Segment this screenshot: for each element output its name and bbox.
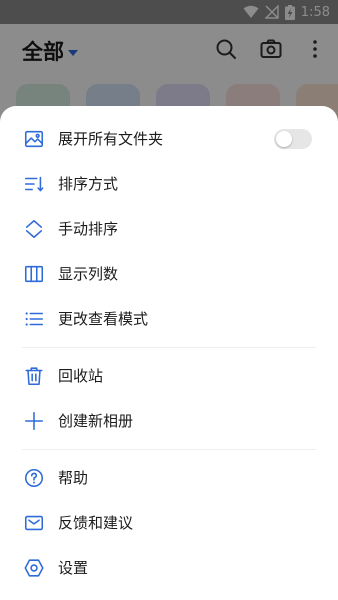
menu-item-label: 设置	[58, 559, 89, 577]
menu-item-label: 反馈和建议	[58, 514, 134, 532]
options-bottom-sheet: 展开所有文件夹 排序方式 手动排序 显示列数 更改查看模式 回收站 创建新相册 …	[0, 106, 338, 600]
menu-item-manual-sort[interactable]: 手动排序	[0, 206, 338, 251]
menu-item-new-album[interactable]: 创建新相册	[0, 398, 338, 443]
toggle-knob	[276, 130, 292, 147]
settings-icon	[22, 556, 46, 580]
menu-item-label: 排序方式	[58, 175, 119, 193]
menu-item-label: 帮助	[58, 469, 89, 487]
menu-divider	[22, 449, 316, 450]
expand-folders-toggle[interactable]	[274, 128, 312, 149]
menu-item-label: 展开所有文件夹	[58, 130, 164, 148]
menu-item-recycle-bin[interactable]: 回收站	[0, 353, 338, 398]
up-down-chevron-icon	[22, 217, 46, 241]
menu-item-feedback[interactable]: 反馈和建议	[0, 500, 338, 545]
menu-item-label: 回收站	[58, 367, 104, 385]
menu-item-label: 创建新相册	[58, 412, 134, 430]
menu-divider	[22, 347, 316, 348]
help-icon	[22, 466, 46, 490]
columns-icon	[22, 262, 46, 286]
image-icon	[22, 127, 46, 151]
sort-icon	[22, 172, 46, 196]
menu-item-label: 更改查看模式	[58, 310, 149, 328]
menu-item-settings[interactable]: 设置	[0, 545, 338, 590]
menu-item-sort-method[interactable]: 排序方式	[0, 161, 338, 206]
menu-item-columns[interactable]: 显示列数	[0, 251, 338, 296]
mail-icon	[22, 511, 46, 535]
list-icon	[22, 307, 46, 331]
plus-icon	[22, 409, 46, 433]
menu-item-label: 手动排序	[58, 220, 119, 238]
menu-item-label: 显示列数	[58, 265, 119, 283]
menu-item-expand-folders[interactable]: 展开所有文件夹	[0, 116, 338, 161]
menu-item-help[interactable]: 帮助	[0, 455, 338, 500]
menu-item-view-mode[interactable]: 更改查看模式	[0, 296, 338, 341]
trash-icon	[22, 364, 46, 388]
